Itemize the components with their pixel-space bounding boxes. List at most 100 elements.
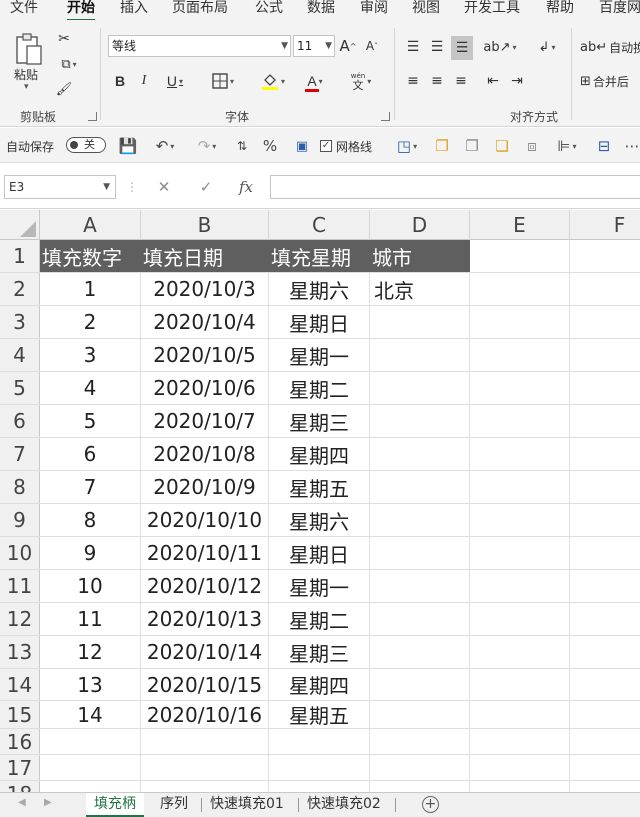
sheet-tab-fill-handle[interactable]: 填充柄	[86, 793, 144, 817]
cell-d[interactable]	[370, 603, 470, 635]
send-backward-button[interactable]: ❐	[462, 136, 482, 156]
column-header-b[interactable]: B	[141, 210, 269, 240]
column-header-f[interactable]: F	[570, 210, 640, 240]
cell-f[interactable]	[570, 755, 640, 780]
cell-f[interactable]	[570, 603, 640, 635]
undo-button[interactable]: ↶ ▾	[148, 136, 182, 156]
italic-button[interactable]: I	[134, 70, 154, 92]
cell-d[interactable]	[370, 339, 470, 371]
cell-d[interactable]	[370, 372, 470, 404]
scroll-left-icon[interactable]: ◀	[18, 797, 26, 808]
select-all-button[interactable]	[0, 210, 40, 240]
sheet-tab-flash-fill-02[interactable]: 快速填充02	[299, 793, 389, 817]
cell-d[interactable]	[370, 471, 470, 503]
sheet-tab-flash-fill-01[interactable]: 快速填充01	[202, 793, 292, 817]
cell-b[interactable]: 2020/10/12	[141, 570, 269, 602]
cell-e[interactable]	[470, 438, 570, 470]
align-middle-button[interactable]: ☰	[427, 36, 447, 58]
sort-button[interactable]: ⇅	[232, 136, 252, 156]
paste-button[interactable]	[12, 30, 46, 70]
more-button[interactable]: ⋯	[622, 136, 640, 156]
row-header[interactable]: 1	[0, 240, 40, 272]
cell-a[interactable]: 2	[40, 306, 141, 338]
tab-home[interactable]: 开始	[67, 0, 95, 20]
splitter-icon[interactable]: ⋮	[126, 175, 138, 199]
cell-b[interactable]: 2020/10/13	[141, 603, 269, 635]
percent-style-button[interactable]: %	[260, 136, 280, 156]
cancel-button[interactable]: ✕	[150, 175, 178, 199]
tab-insert[interactable]: 插入	[120, 0, 148, 17]
cell-b[interactable]	[141, 755, 269, 780]
cell-f[interactable]	[570, 372, 640, 404]
row-header[interactable]: 11	[0, 570, 40, 602]
save-button[interactable]: 💾	[118, 136, 138, 156]
tab-data[interactable]: 数据	[307, 0, 335, 17]
cell-f[interactable]	[570, 405, 640, 437]
confirm-button[interactable]: ✓	[192, 175, 220, 199]
align-left-button[interactable]: ≡	[403, 70, 423, 92]
column-header-a[interactable]: A	[40, 210, 141, 240]
cell-d[interactable]	[370, 781, 470, 792]
header-cell[interactable]: 城市	[370, 240, 470, 272]
align-top-button[interactable]: ☰	[403, 36, 423, 58]
tab-formulas[interactable]: 公式	[255, 0, 283, 17]
orientation-button[interactable]: ab↗ ▾	[483, 36, 517, 58]
cell-b[interactable]: 2020/10/14	[141, 636, 269, 668]
cell-a[interactable]: 6	[40, 438, 141, 470]
formula-input[interactable]	[270, 175, 640, 199]
cell-a[interactable]: 5	[40, 405, 141, 437]
header-cell[interactable]: 填充数字	[40, 240, 141, 272]
row-header[interactable]: 7	[0, 438, 40, 470]
cell-f[interactable]	[570, 471, 640, 503]
header-cell[interactable]	[470, 240, 570, 272]
row-header[interactable]: 16	[0, 729, 40, 754]
column-header-e[interactable]: E	[470, 210, 570, 240]
cell-b[interactable]: 2020/10/5	[141, 339, 269, 371]
tab-page-layout[interactable]: 页面布局	[172, 0, 228, 17]
cell-a[interactable]: 7	[40, 471, 141, 503]
row-header[interactable]: 9	[0, 504, 40, 536]
cell-a[interactable]: 8	[40, 504, 141, 536]
cell-f[interactable]	[570, 273, 640, 305]
cell-d[interactable]	[370, 306, 470, 338]
font-color-button[interactable]: A ▾	[298, 70, 332, 92]
header-cell[interactable]: 填充日期	[141, 240, 269, 272]
cell-c[interactable]: 星期一	[269, 570, 370, 602]
underline-button[interactable]: U ▾	[158, 70, 192, 92]
align-center-button[interactable]: ≡	[427, 70, 447, 92]
cell-a[interactable]: 1	[40, 273, 141, 305]
worksheet-grid[interactable]: A B C D E F 1 填充数字 填充日期 填充星期 城市 2 1 2020/10/3 星期…	[0, 210, 640, 792]
name-box[interactable]: E3 ▼	[4, 175, 116, 199]
cell-f[interactable]	[570, 306, 640, 338]
cell-a[interactable]: 10	[40, 570, 141, 602]
fill-color-button[interactable]: ▾	[254, 70, 292, 92]
cell-f[interactable]	[570, 537, 640, 569]
row-header[interactable]: 6	[0, 405, 40, 437]
cell-e[interactable]	[470, 755, 570, 780]
cell-c[interactable]: 星期日	[269, 537, 370, 569]
cell-c[interactable]: 星期五	[269, 701, 370, 728]
cell-a[interactable]: 4	[40, 372, 141, 404]
cell-c[interactable]: 星期三	[269, 636, 370, 668]
decrease-indent-button[interactable]: ⇤	[483, 70, 503, 92]
font-size-select[interactable]: 11 ▼	[293, 35, 335, 57]
row-header[interactable]: 18	[0, 781, 40, 792]
cell-e[interactable]	[470, 636, 570, 668]
cell-c[interactable]: 星期五	[269, 471, 370, 503]
cell-a[interactable]: 11	[40, 603, 141, 635]
gridlines-checkbox[interactable]: ✓ 网格线	[320, 136, 382, 156]
cell-e[interactable]	[470, 306, 570, 338]
cell-f[interactable]	[570, 438, 640, 470]
cell-c[interactable]: 星期六	[269, 504, 370, 536]
clipboard-launcher-icon[interactable]	[88, 112, 97, 121]
bold-button[interactable]: B	[110, 70, 130, 92]
cell-e[interactable]	[470, 339, 570, 371]
cell-e[interactable]	[470, 537, 570, 569]
text-box-button[interactable]: ▣	[292, 136, 312, 156]
row-header[interactable]: 13	[0, 636, 40, 668]
font-launcher-icon[interactable]	[381, 112, 390, 121]
paste-chevron-icon[interactable]: ▾	[24, 82, 29, 92]
cell-f[interactable]	[570, 339, 640, 371]
cell-c[interactable]: 星期三	[269, 405, 370, 437]
tab-developer[interactable]: 开发工具	[464, 0, 520, 17]
